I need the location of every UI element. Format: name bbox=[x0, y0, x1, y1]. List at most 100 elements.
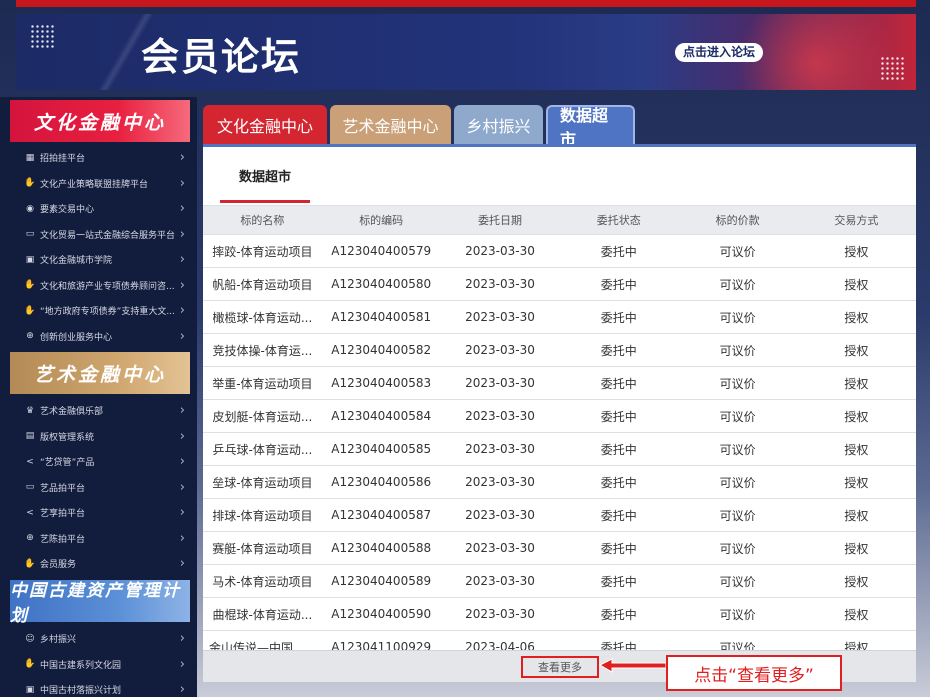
table-cell-text: 2023-03-30 bbox=[465, 409, 535, 423]
table-cell: 2023-03-30 bbox=[441, 598, 560, 630]
table-cell: 2023-03-30 bbox=[441, 400, 560, 432]
chevron-right-icon: › bbox=[179, 150, 185, 166]
sidebar-item[interactable]: < “艺贷管”产品 › bbox=[0, 449, 197, 475]
table-cell-text: A123040400589 bbox=[331, 574, 432, 588]
dots-decoration-icon bbox=[30, 24, 56, 50]
sidebar-item-label: 招拍挂平台 bbox=[40, 154, 86, 165]
table-cell: 橄榄球-体育运动... bbox=[203, 301, 322, 333]
sidebar-item[interactable]: ⊕ 艺陈拍平台 › bbox=[0, 526, 197, 552]
table-cell-text: 乒乓球-体育运动... bbox=[212, 442, 313, 457]
table-cell: 2023-03-30 bbox=[441, 334, 560, 366]
sidebar-item[interactable]: ◉ 要素交易中心 › bbox=[0, 196, 197, 222]
table-cell-text: 委托中 bbox=[600, 442, 637, 457]
table-cell-text: 曲棍球-体育运动... bbox=[212, 607, 313, 622]
sidebar-item[interactable]: ▤ 版权管理系统 › bbox=[0, 424, 197, 450]
view-more-button[interactable]: 查看更多 bbox=[521, 656, 599, 678]
table-row[interactable]: 橄榄球-体育运动... A123040400581 2023-03-30 委托中 可议价… bbox=[203, 301, 916, 334]
table-cell: 委托中 bbox=[559, 367, 678, 399]
top-red-strip bbox=[16, 0, 916, 7]
table-cell: 竞技体操-体育运... bbox=[203, 334, 322, 366]
table-cell: 委托中 bbox=[559, 499, 678, 531]
table-cell: 乒乓球-体育运动... bbox=[203, 433, 322, 465]
pointer-arrow-icon bbox=[598, 658, 667, 673]
tab-data-market[interactable]: 数据超市 bbox=[546, 105, 635, 149]
table-cell-text: 委托中 bbox=[600, 310, 637, 325]
table-cell-text: 竞技体操-体育运... bbox=[212, 343, 313, 358]
column-header: 交易方式 bbox=[834, 214, 879, 227]
table-cell: 可议价 bbox=[678, 466, 797, 498]
table-row[interactable]: 赛艇-体育运动项目 A123040400588 2023-03-30 委托中 可议价 授权 bbox=[203, 532, 916, 565]
sidebar-item[interactable]: ♛ 艺术金融俱乐部 › bbox=[0, 398, 197, 424]
sidebar-item[interactable]: ✋ 会员服务 › bbox=[0, 551, 197, 577]
data-market-panel: 数据超市 标的名称 标的编码 委托日期 委托状态 标的价款 交易方式 摔跤-体育运动项目 A… bbox=[203, 144, 916, 682]
table-cell: 委托中 bbox=[559, 466, 678, 498]
tab-culture-finance[interactable]: 文化金融中心 bbox=[203, 105, 327, 144]
table-cell-text: A123040400581 bbox=[331, 310, 432, 324]
sidebar-item[interactable]: ⊕ 创新创业服务中心 › bbox=[0, 324, 197, 350]
table-cell-text: 委托中 bbox=[600, 376, 637, 391]
table-cell-text: 委托中 bbox=[600, 607, 637, 622]
sidebar-item[interactable]: < 艺享拍平台 › bbox=[0, 500, 197, 526]
sidebar: 文化金融中心 ▦ 招拍挂平台 › ✋ 文化产业策略联盟挂牌平台 › ◉ 要素交易中心 › ▭ 文化贸… bbox=[0, 97, 197, 697]
sidebar-item[interactable]: ▦ 招拍挂平台 › bbox=[0, 145, 197, 171]
table-cell-text: 2023-03-30 bbox=[465, 508, 535, 522]
chevron-right-icon: › bbox=[179, 454, 185, 470]
table-cell-text: 授权 bbox=[844, 607, 869, 622]
table-row[interactable]: 举重-体育运动项目 A123040400583 2023-03-30 委托中 可议价 授权 bbox=[203, 367, 916, 400]
table-row[interactable]: 马术-体育运动项目 A123040400589 2023-03-30 委托中 可议价 授权 bbox=[203, 565, 916, 598]
table-cell: 可议价 bbox=[678, 235, 797, 267]
sidebar-item[interactable]: ✋ 中国古建系列文化园 › bbox=[0, 652, 197, 678]
table-cell: 2023-03-30 bbox=[441, 268, 560, 300]
sidebar-item[interactable]: ▭ 文化贸易一站式金融综合服务平台 › bbox=[0, 222, 197, 248]
table-cell-text: A123040400586 bbox=[331, 475, 432, 489]
sidebar-item[interactable]: ▣ 文化金融城市学院 › bbox=[0, 247, 197, 273]
table-cell-text: 授权 bbox=[844, 343, 869, 358]
sidebar-item[interactable]: ✋ 文化产业策略联盟挂牌平台 › bbox=[0, 171, 197, 197]
table-cell-text: 橄榄球-体育运动... bbox=[212, 310, 313, 325]
handshake-icon: ✋ bbox=[24, 558, 36, 569]
table-row[interactable]: 排球-体育运动项目 A123040400587 2023-03-30 委托中 可议价 授权 bbox=[203, 499, 916, 532]
table-cell: A123040400590 bbox=[322, 598, 441, 630]
sidebar-heading-art-finance[interactable]: 艺术金融中心 bbox=[10, 352, 190, 394]
sidebar-item[interactable]: ✋ 文化和旅游产业专项债券顾问咨... › bbox=[0, 273, 197, 299]
chevron-right-icon: › bbox=[179, 403, 185, 419]
tab-rural-revitalization[interactable]: 乡村振兴 bbox=[454, 105, 543, 144]
table-cell: A123040400586 bbox=[322, 466, 441, 498]
table-cell-text: 2023-03-30 bbox=[465, 244, 535, 258]
table-cell-text: 授权 bbox=[844, 277, 869, 292]
sidebar-item-label: 艺品拍平台 bbox=[40, 483, 86, 494]
sidebar-item-label: 会员服务 bbox=[40, 560, 77, 571]
chevron-right-icon: › bbox=[179, 201, 185, 217]
table-row[interactable]: 竞技体操-体育运... A123040400582 2023-03-30 委托中 可议价… bbox=[203, 334, 916, 367]
table-cell-text: 可议价 bbox=[719, 244, 756, 259]
sidebar-item[interactable]: ▣ 中国古村落振兴计划 › bbox=[0, 677, 197, 697]
table-row[interactable]: 曲棍球-体育运动... A123040400590 2023-03-30 委托中 可议价… bbox=[203, 598, 916, 631]
table-row[interactable]: 帆船-体育运动项目 A123040400580 2023-03-30 委托中 可议价 授权 bbox=[203, 268, 916, 301]
sidebar-item[interactable]: ▭ 艺品拍平台 › bbox=[0, 475, 197, 501]
table-row[interactable]: 皮划艇-体育运动... A123040400584 2023-03-30 委托中 可议价… bbox=[203, 400, 916, 433]
table-cell: 赛艇-体育运动项目 bbox=[203, 532, 322, 564]
sidebar-heading-culture-finance[interactable]: 文化金融中心 bbox=[10, 100, 190, 142]
table-row[interactable]: 垒球-体育运动项目 A123040400586 2023-03-30 委托中 可议价 授权 bbox=[203, 466, 916, 499]
sidebar-heading-ancient-architecture[interactable]: 中国古建资产管理计划 bbox=[10, 580, 190, 626]
table-row[interactable]: 乒乓球-体育运动... A123040400585 2023-03-30 委托中 可议价… bbox=[203, 433, 916, 466]
sidebar-item[interactable]: ✋ “地方政府专项债券”支持重大文... › bbox=[0, 298, 197, 324]
table-row[interactable]: 摔跤-体育运动项目 A123040400579 2023-03-30 委托中 可议价 授权 bbox=[203, 235, 916, 268]
share-icon: < bbox=[26, 456, 34, 467]
table-cell-text: A123040400579 bbox=[331, 244, 432, 258]
table-cell: 2023-03-30 bbox=[441, 367, 560, 399]
table-cell-text: 可议价 bbox=[719, 409, 756, 424]
table-cell: 授权 bbox=[797, 499, 916, 531]
asset-table: 标的名称 标的编码 委托日期 委托状态 标的价款 交易方式 摔跤-体育运动项目 A12304… bbox=[203, 205, 916, 664]
chevron-right-icon: › bbox=[179, 656, 185, 672]
sidebar-item-label: 中国古建系列文化园 bbox=[40, 660, 122, 671]
sidebar-item[interactable]: ☺ 乡村振兴 › bbox=[0, 626, 197, 652]
enter-forum-button[interactable]: 点击进入论坛 bbox=[675, 43, 764, 62]
table-cell-text: 委托中 bbox=[600, 277, 637, 292]
forum-banner[interactable]: 会员论坛 点击进入论坛 bbox=[16, 14, 916, 90]
table-cell: 2023-03-30 bbox=[441, 499, 560, 531]
table-cell: 授权 bbox=[797, 334, 916, 366]
subtab-data-market[interactable]: 数据超市 bbox=[220, 163, 310, 203]
table-cell-text: 委托中 bbox=[600, 244, 637, 259]
tab-art-finance[interactable]: 艺术金融中心 bbox=[330, 105, 451, 144]
